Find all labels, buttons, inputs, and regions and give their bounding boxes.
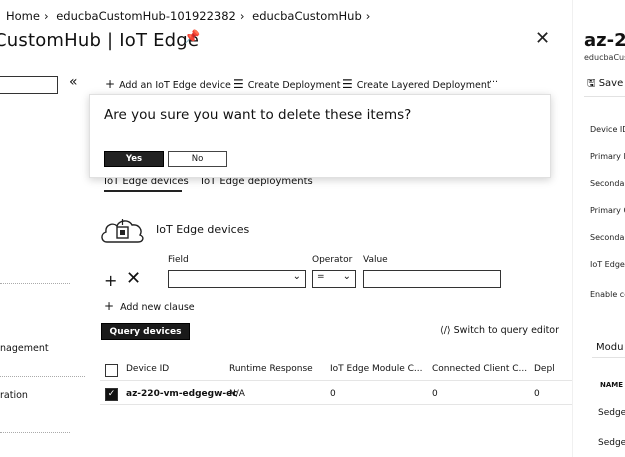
list-icon: ☰ [342,77,353,91]
module-item[interactable]: Sedge [598,438,625,448]
value-input[interactable] [363,270,501,288]
column-header-clients[interactable]: Connected Client C... [432,364,527,374]
device-section-label: IoT Edge devices [156,223,250,236]
create-layered-deployment-button[interactable]: ☰ Create Layered Deployment [342,77,491,91]
field-secondary-conn: Seconda [590,233,625,242]
breadcrumb: Home › educbaCustomHub-101922382 › educbaC… [6,9,374,23]
plus-icon: + [105,77,116,91]
field-enable: Enable co [590,290,625,299]
close-icon[interactable]: ✕ [535,28,550,49]
name-column-header: NAME [600,381,624,389]
divider [0,376,85,378]
remove-icon[interactable]: ✕ [126,268,141,289]
column-header-modules[interactable]: IoT Edge Module C... [330,364,422,374]
select-all-checkbox[interactable] [105,364,118,377]
chevron-down-icon: ⌄ [342,271,351,282]
no-button[interactable]: No [168,151,227,167]
right-panel-title: az-22 [584,30,625,51]
row-checkbox[interactable]: ✓ [105,388,118,401]
plus-icon: + [104,299,115,313]
save-icon: 🖫 [587,78,599,89]
column-header-deployments[interactable]: Depl [534,364,555,374]
chevron-down-icon: ⌄ [292,271,301,282]
modules-heading: Modu [596,342,624,353]
field-iot-edge: IoT Edge [590,260,625,269]
add-device-button[interactable]: + Add an IoT Edge device [105,77,231,91]
column-header-device-id[interactable]: Device ID [126,364,169,374]
field-primary-key: Primary I [590,152,625,161]
list-icon: ☰ [233,77,244,91]
dialog-question: Are you sure you want to delete these it… [104,107,412,123]
device-id-link[interactable]: az-220-vm-edgegw-ec [126,389,238,399]
table-divider [100,404,572,405]
chevron-right-icon: › [365,9,371,23]
module-item[interactable]: Sedge [598,408,625,418]
iot-device-icon [101,219,144,243]
field-device-id: Device ID [590,125,625,134]
field-select[interactable]: ⌄ [168,270,306,288]
breadcrumb-hub-short[interactable]: educbaCustomHub [252,9,362,23]
runtime-cell: N/A [229,389,245,399]
add-clause-button[interactable]: + Add new clause [104,299,195,313]
chevron-right-icon: › [43,9,49,23]
create-deployment-button[interactable]: ☰ Create Deployment [233,77,340,91]
tab-active-indicator [104,190,182,192]
deployments-cell: 0 [534,389,540,399]
code-icon: ⟨/⟩ [440,325,454,336]
column-header-runtime[interactable]: Runtime Response [229,364,313,374]
value-label: Value [363,255,388,265]
panel-divider [572,0,573,457]
collapse-icon[interactable]: « [69,74,78,90]
divider [584,96,625,97]
save-button[interactable]: 🖫 Save [587,76,623,93]
yes-button[interactable]: Yes [104,151,164,167]
delete-confirmation-dialog: Are you sure you want to delete these it… [89,94,551,178]
right-panel-subtitle: educbaCus [584,53,625,62]
more-button[interactable]: ··· [489,77,498,88]
page-title: CustomHub | IoT Edge [0,30,200,51]
field-primary-conn: Primary C [590,206,625,215]
pin-icon[interactable]: 📌 [184,30,200,45]
field-secondary-key: Seconda [590,179,625,188]
divider [0,432,70,434]
operator-label: Operator [312,255,353,265]
left-search-input[interactable] [0,76,58,94]
operator-select[interactable]: = ⌄ [312,270,356,288]
nav-item-configuration[interactable]: ration [0,390,28,401]
nav-item-management[interactable]: nagement [0,343,49,354]
divider [592,357,625,358]
query-devices-button[interactable]: Query devices [101,323,190,340]
divider [0,283,70,285]
table-divider [100,380,572,381]
switch-query-editor-button[interactable]: ⟨/⟩ Switch to query editor [440,325,559,336]
field-label: Field [168,255,189,265]
modules-cell: 0 [330,389,336,399]
clients-cell: 0 [432,389,438,399]
add-icon[interactable]: + [104,271,117,290]
breadcrumb-home[interactable]: Home [6,9,40,23]
breadcrumb-hub[interactable]: educbaCustomHub-101922382 [56,9,236,23]
chevron-right-icon: › [239,9,245,23]
